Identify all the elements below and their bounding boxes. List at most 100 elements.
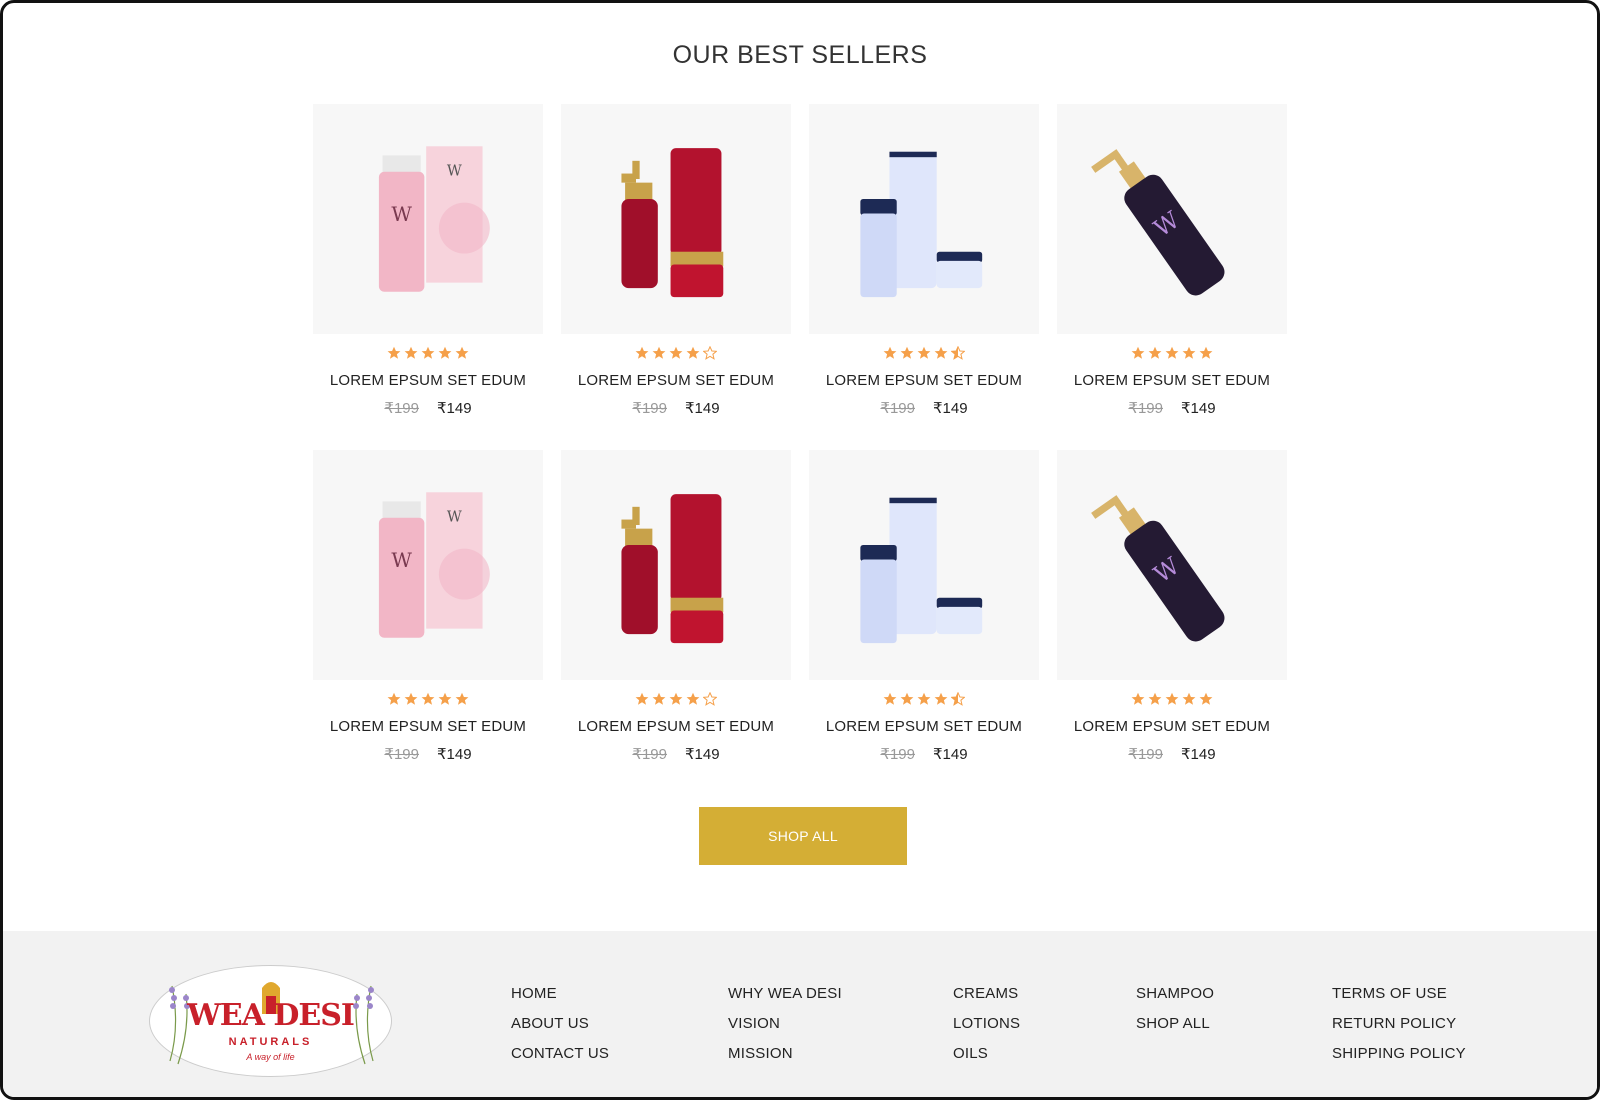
price-row: ₹199 ₹149 [313, 745, 543, 763]
footer-link-terms[interactable]: TERMS OF USE [1332, 985, 1466, 1003]
footer-link-contact[interactable]: CONTACT US [511, 1045, 609, 1063]
product-card[interactable]: LOREM EPSUM SET EDUM ₹199 ₹149 [561, 450, 791, 776]
product-image[interactable] [809, 104, 1039, 334]
product-card[interactable]: LOREM EPSUM SET EDUM ₹199 ₹149 [809, 450, 1039, 776]
star-full-icon [404, 346, 418, 359]
star-full-icon [1131, 692, 1145, 705]
brand-logo[interactable]: WEA DESI NATURALS A way of life [149, 965, 392, 1077]
star-half-icon [951, 692, 965, 706]
product-image[interactable]: W W [313, 104, 543, 334]
blue-tube-jars-icon [860, 497, 983, 644]
product-name[interactable]: LOREM EPSUM SET EDUM [809, 718, 1039, 735]
original-price: ₹199 [632, 746, 667, 763]
star-full-icon [387, 692, 401, 705]
footer-link-mission[interactable]: MISSION [728, 1045, 842, 1063]
footer-col-4: SHAMPOO SHOP ALL [1136, 985, 1214, 1033]
star-full-icon [686, 692, 700, 705]
product-image[interactable] [809, 450, 1039, 680]
footer-link-shop-all[interactable]: SHOP ALL [1136, 1015, 1214, 1033]
star-full-icon [883, 692, 897, 705]
footer-link-why[interactable]: WHY WEA DESI [728, 985, 842, 1003]
product-card[interactable]: W W LOREM EPSUM SET EDUM ₹199 ₹149 [313, 104, 543, 430]
price-row: ₹199 ₹149 [561, 745, 791, 763]
star-full-icon [917, 692, 931, 705]
footer-link-shampoo[interactable]: SHAMPOO [1136, 985, 1214, 1003]
shop-all-button[interactable]: SHOP ALL [699, 807, 907, 865]
red-bottle-tube-jar-icon [621, 148, 724, 298]
sale-price: ₹149 [1181, 400, 1216, 417]
star-full-icon [934, 692, 948, 705]
page-frame: OUR BEST SELLERS W W LOREM EPSUM SET EDUM… [0, 0, 1600, 1100]
original-price: ₹199 [880, 746, 915, 763]
footer-link-home[interactable]: HOME [511, 985, 609, 1003]
original-price: ₹199 [632, 400, 667, 417]
star-full-icon [1182, 692, 1196, 705]
price-row: ₹199 ₹149 [1057, 745, 1287, 763]
rating-stars [313, 692, 543, 710]
product-name[interactable]: LOREM EPSUM SET EDUM [809, 372, 1039, 389]
logo-main-text: WEA DESI [187, 998, 355, 1033]
product-image[interactable]: W [1057, 104, 1287, 334]
star-full-icon [635, 346, 649, 359]
rating-stars [1057, 346, 1287, 364]
footer-link-lotions[interactable]: LOTIONS [953, 1015, 1020, 1033]
sale-price: ₹149 [437, 746, 472, 763]
star-full-icon [1165, 692, 1179, 705]
product-card[interactable]: W W LOREM EPSUM SET EDUM ₹199 ₹149 [313, 450, 543, 776]
footer-link-creams[interactable]: CREAMS [953, 985, 1020, 1003]
footer-link-shipping[interactable]: SHIPPING POLICY [1332, 1045, 1466, 1063]
product-name[interactable]: LOREM EPSUM SET EDUM [561, 718, 791, 735]
star-full-icon [1199, 692, 1213, 705]
star-empty-icon [703, 692, 717, 706]
star-full-icon [1148, 692, 1162, 705]
product-name[interactable]: LOREM EPSUM SET EDUM [561, 372, 791, 389]
original-price: ₹199 [384, 400, 419, 417]
star-full-icon [669, 692, 683, 705]
product-image[interactable] [561, 104, 791, 334]
sale-price: ₹149 [933, 400, 968, 417]
star-full-icon [438, 692, 452, 705]
red-bottle-tube-jar-icon [621, 494, 724, 644]
sale-price: ₹149 [685, 746, 720, 763]
footer-col-3: CREAMS LOTIONS OILS [953, 985, 1020, 1063]
product-grid: W W LOREM EPSUM SET EDUM ₹199 ₹149 LOREM EP… [313, 104, 1293, 776]
original-price: ₹199 [1128, 746, 1163, 763]
svg-text:W: W [447, 163, 462, 179]
footer-link-vision[interactable]: VISION [728, 1015, 842, 1033]
price-row: ₹199 ₹149 [809, 745, 1039, 763]
violet-pump-bottle-icon: W [1091, 495, 1225, 642]
rating-stars [809, 346, 1039, 364]
logo-tagline: A way of life [246, 1052, 295, 1062]
product-name[interactable]: LOREM EPSUM SET EDUM [1057, 718, 1287, 735]
original-price: ₹199 [1128, 400, 1163, 417]
product-name[interactable]: LOREM EPSUM SET EDUM [313, 372, 543, 389]
product-card[interactable]: LOREM EPSUM SET EDUM ₹199 ₹149 [809, 104, 1039, 430]
section-title: OUR BEST SELLERS [672, 41, 928, 69]
product-card[interactable]: W LOREM EPSUM SET EDUM ₹199 ₹149 [1057, 104, 1287, 430]
product-card[interactable]: LOREM EPSUM SET EDUM ₹199 ₹149 [561, 104, 791, 430]
rating-stars [561, 346, 791, 364]
footer-link-oils[interactable]: OILS [953, 1045, 1020, 1063]
footer: WEA DESI NATURALS A way of life HOME ABO… [3, 931, 1597, 1097]
footer-link-return[interactable]: RETURN POLICY [1332, 1015, 1466, 1033]
sale-price: ₹149 [1181, 746, 1216, 763]
original-price: ₹199 [384, 746, 419, 763]
blue-tube-jars-icon [860, 151, 983, 298]
pink-serum-box-icon: W W [378, 492, 490, 638]
star-full-icon [917, 346, 931, 359]
sale-price: ₹149 [437, 400, 472, 417]
product-image[interactable]: W W [313, 450, 543, 680]
star-full-icon [387, 346, 401, 359]
star-full-icon [1165, 346, 1179, 359]
product-card[interactable]: W LOREM EPSUM SET EDUM ₹199 ₹149 [1057, 450, 1287, 776]
footer-col-2: WHY WEA DESI VISION MISSION [728, 985, 842, 1063]
footer-link-about[interactable]: ABOUT US [511, 1015, 609, 1033]
star-full-icon [669, 346, 683, 359]
product-name[interactable]: LOREM EPSUM SET EDUM [1057, 372, 1287, 389]
product-image[interactable]: W [1057, 450, 1287, 680]
product-name[interactable]: LOREM EPSUM SET EDUM [313, 718, 543, 735]
star-full-icon [900, 346, 914, 359]
rating-stars [809, 692, 1039, 710]
rating-stars [561, 692, 791, 710]
product-image[interactable] [561, 450, 791, 680]
